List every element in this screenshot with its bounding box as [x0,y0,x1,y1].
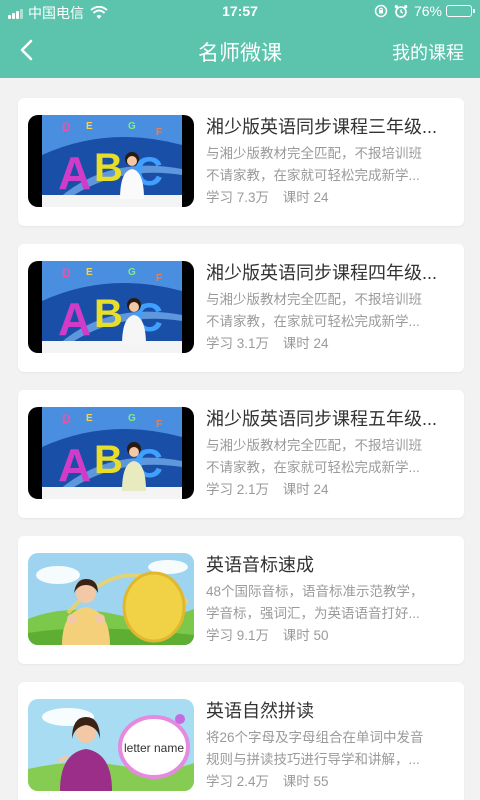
status-bar: 中国电信 17:57 76% [0,0,480,22]
course-title: 英语音标速成 [206,555,314,575]
course-meta: 学习 2.1万 课时 24 [206,479,450,501]
svg-text:B: B [94,438,123,482]
course-meta: 学习 7.3万 课时 24 [206,187,450,209]
thumbnail-caption: letter name [124,741,184,755]
course-description-line: 48个国际音标，语音标准示范教学， [206,584,424,599]
svg-text:F: F [156,127,162,138]
learner-count: 学习 3.1万 [206,336,270,351]
course-info: 英语音标速成 48个国际音标，语音标准示范教学， 学音标，强词汇，为英语语音打好… [206,552,450,647]
my-courses-button[interactable]: 我的课程 [392,39,464,65]
course-description: 与湘少版教材完全匹配，不报培训班 不请家教，在家就可轻松完成新学... [206,289,450,333]
lesson-count: 课时 24 [282,336,329,351]
course-description: 将26个字母及字母组合在单词中发音 规则与拼读技巧进行导学和讲解，... [206,727,450,771]
svg-text:D: D [62,266,71,280]
abc-video-thumbnail: D E G F A B C [28,261,194,353]
course-description-line: 将26个字母及字母组合在单词中发音 [206,730,424,745]
lesson-count: 课时 24 [282,482,329,497]
course-info: 湘少版英语同步课程四年级... 与湘少版教材完全匹配，不报培训班 不请家教，在家… [206,260,450,355]
course-card[interactable]: D E G F A B C 湘少版英语同步课程三年级... 与湘少版教材完全匹配… [18,98,464,226]
course-info: 湘少版英语同步课程三年级... 与湘少版教材完全匹配，不报培训班 不请家教，在家… [206,114,450,209]
course-description-line: 学音标，强词汇，为英语语音打好... [206,606,420,621]
svg-text:A: A [58,293,91,345]
course-title: 英语自然拼读 [206,701,314,721]
course-description-line: 不请家教，在家就可轻松完成新学... [206,168,420,183]
svg-text:A: A [58,147,91,199]
course-meta: 学习 3.1万 课时 24 [206,333,450,355]
course-title: 湘少版英语同步课程三年级... [206,117,438,137]
abc-video-thumbnail: D E G F A B C [28,407,194,499]
learner-count: 学习 9.1万 [206,628,270,643]
course-description-line: 规则与拼读技巧进行导学和讲解，... [206,752,420,767]
course-description-line: 与湘少版教材完全匹配，不报培训班 [206,292,422,307]
lesson-count: 课时 55 [282,774,329,789]
svg-text:G: G [128,267,136,278]
phonetics-thumbnail [28,553,194,645]
phonics-thumbnail: letter name [28,699,194,791]
course-thumbnail: D E G F A B C [28,407,194,499]
course-meta: 学习 2.4万 课时 55 [206,771,450,793]
svg-text:A: A [58,439,91,491]
svg-text:E: E [86,413,93,424]
course-thumbnail: D E G F A B C [28,115,194,207]
svg-text:E: E [86,121,93,132]
svg-text:F: F [156,273,162,284]
course-description: 48个国际音标，语音标准示范教学， 学音标，强词汇，为英语语音打好... [206,581,450,625]
abc-video-thumbnail: D E G F A B C [28,115,194,207]
status-right: 76% [374,3,475,19]
course-description: 与湘少版教材完全匹配，不报培训班 不请家教，在家就可轻松完成新学... [206,435,450,479]
course-description-line: 与湘少版教材完全匹配，不报培训班 [206,438,422,453]
course-info: 湘少版英语同步课程五年级... 与湘少版教材完全匹配，不报培训班 不请家教，在家… [206,406,450,501]
course-thumbnail: letter name [28,699,194,791]
course-meta: 学习 9.1万 课时 50 [206,625,450,647]
course-description-line: 与湘少版教材完全匹配，不报培训班 [206,146,422,161]
learner-count: 学习 2.4万 [206,774,270,789]
battery-icon [446,5,475,17]
svg-text:B: B [94,292,123,336]
learner-count: 学习 2.1万 [206,482,270,497]
svg-text:E: E [86,267,93,278]
course-card[interactable]: 英语音标速成 48个国际音标，语音标准示范教学， 学音标，强词汇，为英语语音打好… [18,536,464,664]
battery-percent: 76% [413,3,442,19]
svg-text:F: F [156,419,162,430]
alarm-icon [394,5,408,18]
orientation-lock-icon [374,4,388,18]
svg-text:G: G [128,121,136,132]
course-description-line: 不请家教，在家就可轻松完成新学... [206,460,420,475]
course-title: 湘少版英语同步课程四年级... [206,263,438,283]
svg-text:D: D [62,412,71,426]
course-card[interactable]: D E G F A B C 湘少版英语同步课程五年级... 与湘少版教材完全匹配… [18,390,464,518]
lesson-count: 课时 50 [282,628,329,643]
svg-text:D: D [62,120,71,134]
svg-text:B: B [94,146,123,190]
course-title: 湘少版英语同步课程五年级... [206,409,438,429]
svg-text:G: G [128,413,136,424]
course-description: 与湘少版教材完全匹配，不报培训班 不请家教，在家就可轻松完成新学... [206,143,450,187]
course-thumbnail [28,553,194,645]
learner-count: 学习 7.3万 [206,190,270,205]
course-thumbnail: D E G F A B C [28,261,194,353]
nav-bar: 名师微课 我的课程 [0,22,480,78]
course-info: 英语自然拼读 将26个字母及字母组合在单词中发音 规则与拼读技巧进行导学和讲解，… [206,698,450,793]
course-description-line: 不请家教，在家就可轻松完成新学... [206,314,420,329]
course-card[interactable]: D E G F A B C 湘少版英语同步课程四年级... 与湘少版教材完全匹配… [18,244,464,372]
lesson-count: 课时 24 [282,190,329,205]
course-card[interactable]: letter name 英语自然拼读 将26个字母及字母组合在单词中发音 规则与… [18,682,464,800]
